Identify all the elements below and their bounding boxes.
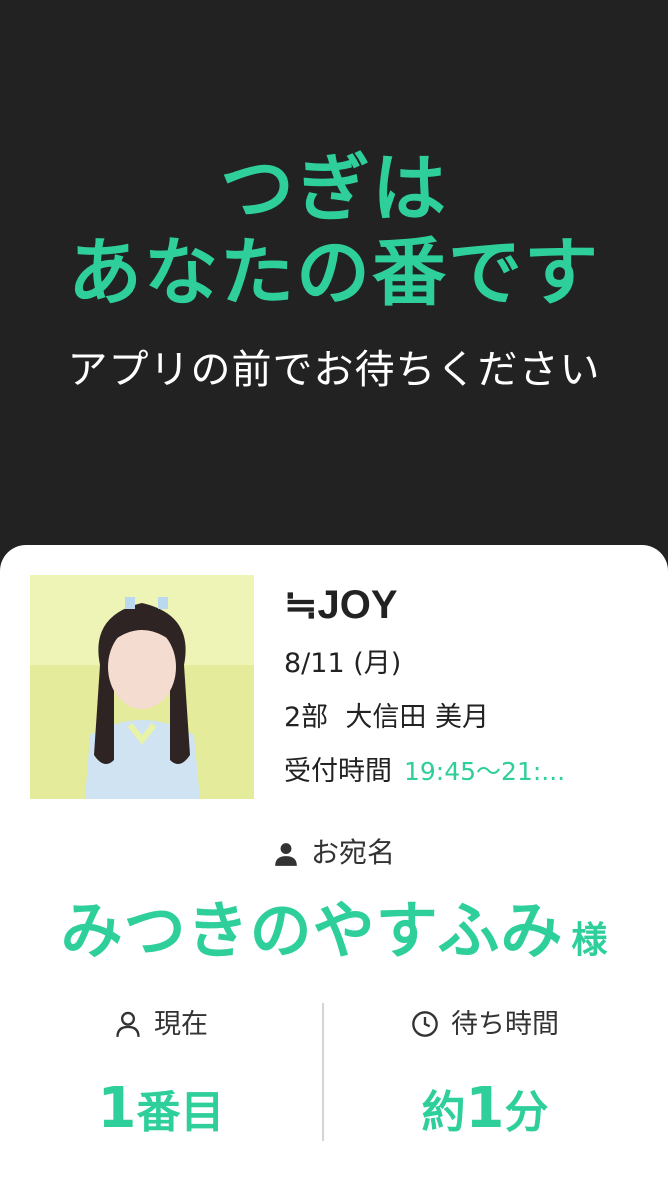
reception-label: 受付時間 bbox=[284, 756, 392, 787]
recipient-name-text: みつきのやすふみ bbox=[60, 894, 564, 967]
person-outline-icon bbox=[116, 1011, 140, 1037]
session-label: 2部 bbox=[284, 702, 329, 733]
headline-line2: あなたの番です bbox=[68, 230, 600, 316]
recipient-name: みつきのやすふみ様 bbox=[0, 891, 668, 971]
wait-label: 待ち時間 bbox=[324, 1005, 646, 1045]
current-suffix: 番目 bbox=[136, 1087, 225, 1138]
honorific: 様 bbox=[571, 920, 608, 961]
current-position: 現在 1番目 bbox=[0, 1005, 322, 1152]
subtitle: アプリの前でお待ちください bbox=[67, 347, 601, 393]
wait-suffix: 分 bbox=[504, 1087, 549, 1138]
ticket-card: ≒JOY 8/11 (月) 2部 大信田 美月 受付時間 19:45〜21:...… bbox=[0, 545, 668, 1199]
member-photo bbox=[30, 575, 254, 799]
recipient-label: お宛名 bbox=[0, 833, 668, 873]
current-value: 1番目 bbox=[0, 1079, 322, 1152]
event-date: 8/11 (月) bbox=[284, 648, 402, 679]
recipient-label-text: お宛名 bbox=[310, 836, 395, 869]
reception-value: 19:45〜21:... bbox=[404, 757, 566, 786]
wait-time: 待ち時間 約1分 bbox=[324, 1005, 646, 1152]
wait-number: 1 bbox=[465, 1076, 505, 1141]
current-label: 現在 bbox=[0, 1005, 322, 1045]
wait-label-text: 待ち時間 bbox=[451, 1009, 559, 1040]
person-filled-icon bbox=[275, 843, 297, 866]
member-name: 大信田 美月 bbox=[345, 702, 489, 733]
current-label-text: 現在 bbox=[154, 1009, 208, 1040]
group-name: ≒JOY bbox=[284, 583, 398, 627]
wait-value: 約1分 bbox=[324, 1079, 646, 1152]
clock-icon bbox=[412, 1011, 438, 1037]
session-member: 2部 大信田 美月 bbox=[284, 701, 489, 735]
current-number: 1 bbox=[97, 1076, 137, 1141]
headline-line1: つぎは bbox=[220, 146, 448, 232]
reception-time: 受付時間 19:45〜21:... bbox=[284, 755, 629, 789]
wait-prefix: 約 bbox=[421, 1087, 466, 1138]
header: つぎは あなたの番です アプリの前でお待ちください bbox=[0, 0, 668, 545]
